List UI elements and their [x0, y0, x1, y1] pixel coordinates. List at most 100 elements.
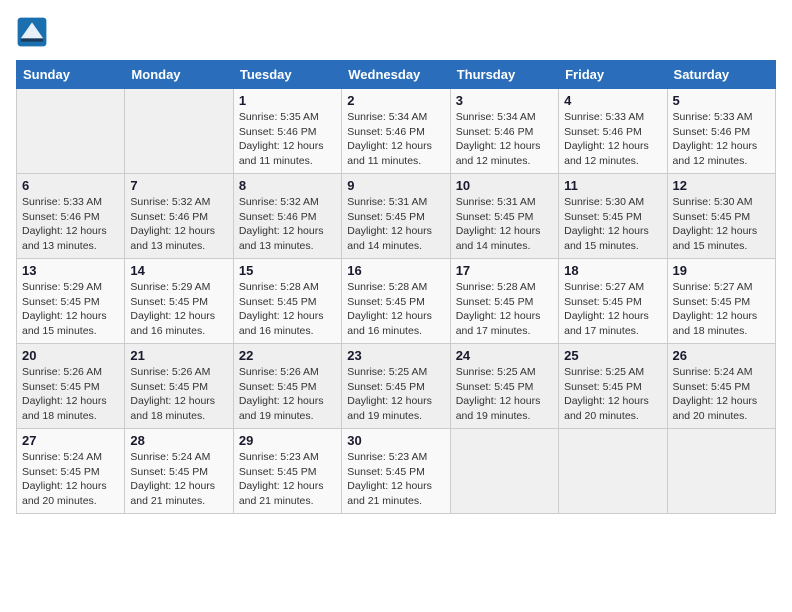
day-number: 19	[673, 263, 770, 278]
calendar-cell: 17 Sunrise: 5:28 AM Sunset: 5:45 PM Dayli…	[450, 259, 558, 344]
cell-content: Sunrise: 5:25 AM Sunset: 5:45 PM Dayligh…	[564, 365, 661, 424]
cell-content: Sunrise: 5:35 AM Sunset: 5:46 PM Dayligh…	[239, 110, 336, 169]
calendar-cell: 7 Sunrise: 5:32 AM Sunset: 5:46 PM Daylig…	[125, 174, 233, 259]
cell-content: Sunrise: 5:24 AM Sunset: 5:45 PM Dayligh…	[22, 450, 119, 509]
weekday-header-tuesday: Tuesday	[233, 61, 341, 89]
weekday-header-friday: Friday	[559, 61, 667, 89]
cell-content: Sunrise: 5:24 AM Sunset: 5:45 PM Dayligh…	[673, 365, 770, 424]
calendar-cell: 22 Sunrise: 5:26 AM Sunset: 5:45 PM Dayli…	[233, 344, 341, 429]
cell-content: Sunrise: 5:28 AM Sunset: 5:45 PM Dayligh…	[456, 280, 553, 339]
day-number: 4	[564, 93, 661, 108]
cell-content: Sunrise: 5:27 AM Sunset: 5:45 PM Dayligh…	[673, 280, 770, 339]
calendar-cell: 29 Sunrise: 5:23 AM Sunset: 5:45 PM Dayli…	[233, 429, 341, 514]
calendar-cell	[450, 429, 558, 514]
day-number: 7	[130, 178, 227, 193]
day-number: 5	[673, 93, 770, 108]
calendar-body: 1 Sunrise: 5:35 AM Sunset: 5:46 PM Daylig…	[17, 89, 776, 514]
day-number: 18	[564, 263, 661, 278]
cell-content: Sunrise: 5:26 AM Sunset: 5:45 PM Dayligh…	[239, 365, 336, 424]
cell-content: Sunrise: 5:29 AM Sunset: 5:45 PM Dayligh…	[22, 280, 119, 339]
day-number: 2	[347, 93, 444, 108]
calendar-cell: 28 Sunrise: 5:24 AM Sunset: 5:45 PM Dayli…	[125, 429, 233, 514]
weekday-header-monday: Monday	[125, 61, 233, 89]
day-number: 3	[456, 93, 553, 108]
cell-content: Sunrise: 5:24 AM Sunset: 5:45 PM Dayligh…	[130, 450, 227, 509]
calendar-cell: 20 Sunrise: 5:26 AM Sunset: 5:45 PM Dayli…	[17, 344, 125, 429]
weekday-header-thursday: Thursday	[450, 61, 558, 89]
cell-content: Sunrise: 5:23 AM Sunset: 5:45 PM Dayligh…	[239, 450, 336, 509]
calendar-week-row: 20 Sunrise: 5:26 AM Sunset: 5:45 PM Dayli…	[17, 344, 776, 429]
day-number: 20	[22, 348, 119, 363]
cell-content: Sunrise: 5:32 AM Sunset: 5:46 PM Dayligh…	[239, 195, 336, 254]
weekday-header-sunday: Sunday	[17, 61, 125, 89]
cell-content: Sunrise: 5:29 AM Sunset: 5:45 PM Dayligh…	[130, 280, 227, 339]
cell-content: Sunrise: 5:33 AM Sunset: 5:46 PM Dayligh…	[564, 110, 661, 169]
day-number: 14	[130, 263, 227, 278]
calendar-cell: 19 Sunrise: 5:27 AM Sunset: 5:45 PM Dayli…	[667, 259, 775, 344]
day-number: 26	[673, 348, 770, 363]
day-number: 30	[347, 433, 444, 448]
cell-content: Sunrise: 5:31 AM Sunset: 5:45 PM Dayligh…	[347, 195, 444, 254]
calendar-week-row: 27 Sunrise: 5:24 AM Sunset: 5:45 PM Dayli…	[17, 429, 776, 514]
calendar-cell: 14 Sunrise: 5:29 AM Sunset: 5:45 PM Dayli…	[125, 259, 233, 344]
calendar-cell: 2 Sunrise: 5:34 AM Sunset: 5:46 PM Daylig…	[342, 89, 450, 174]
calendar-header: SundayMondayTuesdayWednesdayThursdayFrid…	[17, 61, 776, 89]
calendar-table: SundayMondayTuesdayWednesdayThursdayFrid…	[16, 60, 776, 514]
calendar-cell: 10Sunrise: 5:31 AM Sunset: 5:45 PM Dayli…	[450, 174, 558, 259]
day-number: 29	[239, 433, 336, 448]
calendar-cell: 21Sunrise: 5:26 AM Sunset: 5:45 PM Dayli…	[125, 344, 233, 429]
day-number: 17	[456, 263, 553, 278]
cell-content: Sunrise: 5:32 AM Sunset: 5:46 PM Dayligh…	[130, 195, 227, 254]
logo-icon	[16, 16, 48, 48]
calendar-cell: 27 Sunrise: 5:24 AM Sunset: 5:45 PM Dayli…	[17, 429, 125, 514]
calendar-cell: 30Sunrise: 5:23 AM Sunset: 5:45 PM Dayli…	[342, 429, 450, 514]
calendar-cell	[17, 89, 125, 174]
calendar-cell: 3 Sunrise: 5:34 AM Sunset: 5:46 PM Daylig…	[450, 89, 558, 174]
cell-content: Sunrise: 5:33 AM Sunset: 5:46 PM Dayligh…	[673, 110, 770, 169]
day-number: 28	[130, 433, 227, 448]
cell-content: Sunrise: 5:31 AM Sunset: 5:45 PM Dayligh…	[456, 195, 553, 254]
calendar-week-row: 1 Sunrise: 5:35 AM Sunset: 5:46 PM Daylig…	[17, 89, 776, 174]
calendar-cell	[667, 429, 775, 514]
calendar-cell: 9 Sunrise: 5:31 AM Sunset: 5:45 PM Daylig…	[342, 174, 450, 259]
calendar-cell	[559, 429, 667, 514]
logo	[16, 16, 52, 48]
cell-content: Sunrise: 5:26 AM Sunset: 5:45 PM Dayligh…	[22, 365, 119, 424]
calendar-cell: 18 Sunrise: 5:27 AM Sunset: 5:45 PM Dayli…	[559, 259, 667, 344]
cell-content: Sunrise: 5:34 AM Sunset: 5:46 PM Dayligh…	[456, 110, 553, 169]
cell-content: Sunrise: 5:28 AM Sunset: 5:45 PM Dayligh…	[239, 280, 336, 339]
calendar-cell: 12Sunrise: 5:30 AM Sunset: 5:45 PM Dayli…	[667, 174, 775, 259]
cell-content: Sunrise: 5:25 AM Sunset: 5:45 PM Dayligh…	[456, 365, 553, 424]
header	[16, 16, 776, 48]
day-number: 8	[239, 178, 336, 193]
calendar-cell: 23 Sunrise: 5:25 AM Sunset: 5:45 PM Dayli…	[342, 344, 450, 429]
calendar-cell: 5 Sunrise: 5:33 AM Sunset: 5:46 PM Daylig…	[667, 89, 775, 174]
cell-content: Sunrise: 5:33 AM Sunset: 5:46 PM Dayligh…	[22, 195, 119, 254]
weekday-header-saturday: Saturday	[667, 61, 775, 89]
weekday-header-row: SundayMondayTuesdayWednesdayThursdayFrid…	[17, 61, 776, 89]
calendar-cell: 4 Sunrise: 5:33 AM Sunset: 5:46 PM Daylig…	[559, 89, 667, 174]
cell-content: Sunrise: 5:30 AM Sunset: 5:45 PM Dayligh…	[673, 195, 770, 254]
calendar-cell: 25Sunrise: 5:25 AM Sunset: 5:45 PM Dayli…	[559, 344, 667, 429]
day-number: 1	[239, 93, 336, 108]
calendar-cell: 13 Sunrise: 5:29 AM Sunset: 5:45 PM Dayli…	[17, 259, 125, 344]
cell-content: Sunrise: 5:26 AM Sunset: 5:45 PM Dayligh…	[130, 365, 227, 424]
cell-content: Sunrise: 5:28 AM Sunset: 5:45 PM Dayligh…	[347, 280, 444, 339]
day-number: 24	[456, 348, 553, 363]
weekday-header-wednesday: Wednesday	[342, 61, 450, 89]
calendar-cell: 8 Sunrise: 5:32 AM Sunset: 5:46 PM Daylig…	[233, 174, 341, 259]
day-number: 15	[239, 263, 336, 278]
calendar-cell: 16Sunrise: 5:28 AM Sunset: 5:45 PM Dayli…	[342, 259, 450, 344]
day-number: 13	[22, 263, 119, 278]
day-number: 23	[347, 348, 444, 363]
day-number: 22	[239, 348, 336, 363]
calendar-cell	[125, 89, 233, 174]
calendar-week-row: 6Sunrise: 5:33 AM Sunset: 5:46 PM Daylig…	[17, 174, 776, 259]
cell-content: Sunrise: 5:27 AM Sunset: 5:45 PM Dayligh…	[564, 280, 661, 339]
day-number: 11	[564, 178, 661, 193]
calendar-cell: 6Sunrise: 5:33 AM Sunset: 5:46 PM Daylig…	[17, 174, 125, 259]
cell-content: Sunrise: 5:25 AM Sunset: 5:45 PM Dayligh…	[347, 365, 444, 424]
day-number: 9	[347, 178, 444, 193]
day-number: 27	[22, 433, 119, 448]
cell-content: Sunrise: 5:34 AM Sunset: 5:46 PM Dayligh…	[347, 110, 444, 169]
